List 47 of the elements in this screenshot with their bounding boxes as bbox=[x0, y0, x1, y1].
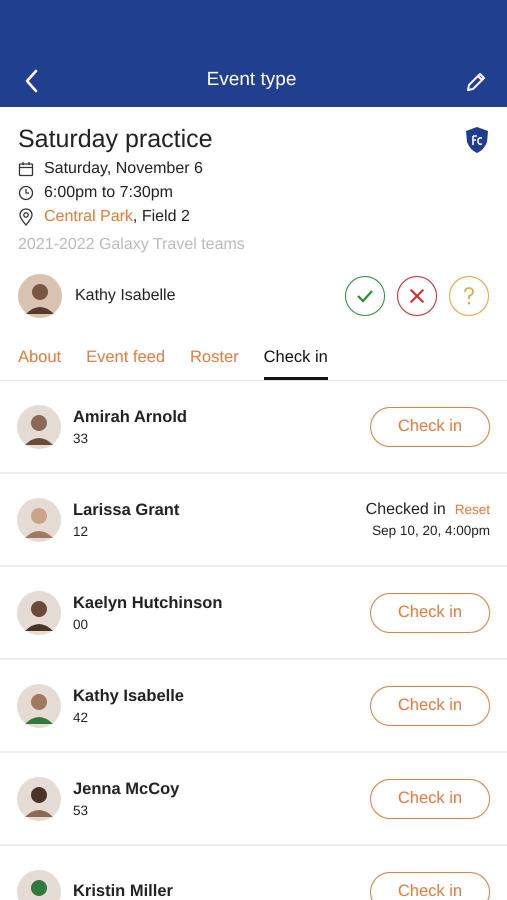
check-in-button[interactable]: Check in bbox=[370, 592, 490, 632]
attending-no-button[interactable] bbox=[397, 276, 437, 316]
jersey-number: 42 bbox=[73, 710, 90, 724]
check-in-button[interactable]: Check in bbox=[370, 406, 490, 446]
player-name: Amirah Arnold bbox=[73, 408, 188, 426]
location-pin-icon bbox=[18, 208, 34, 226]
reset-link[interactable]: Reset bbox=[454, 502, 490, 517]
screen-title: Event type bbox=[206, 69, 296, 92]
player-name: Kristin Miller bbox=[73, 882, 174, 900]
event-time: 6:00pm to 7:30pm bbox=[44, 184, 173, 202]
pencil-icon[interactable] bbox=[465, 71, 487, 93]
jersey-number: 53 bbox=[73, 802, 90, 818]
player-name: Jenna McCoy bbox=[73, 780, 180, 798]
location-link[interactable]: Central Park bbox=[44, 208, 133, 225]
avatar bbox=[17, 776, 61, 820]
event-title: Saturday practice bbox=[18, 125, 213, 154]
question-mark-icon bbox=[461, 286, 477, 306]
event-date: Saturday, November 6 bbox=[44, 160, 203, 178]
check-in-button[interactable]: Check in bbox=[370, 778, 490, 818]
avatar bbox=[18, 274, 62, 318]
jersey-number: 00 bbox=[73, 616, 90, 632]
checked-in-status: Checked in bbox=[366, 501, 446, 519]
avatar bbox=[17, 684, 61, 728]
check-in-time: Sep 10, 20, 4:00pm bbox=[372, 523, 490, 538]
shield-icon bbox=[465, 126, 489, 154]
avatar bbox=[17, 404, 61, 448]
field-text: , Field 2 bbox=[132, 208, 190, 225]
jersey-number: 33 bbox=[73, 430, 90, 446]
jersey-number: 12 bbox=[73, 524, 90, 538]
attending-yes-button[interactable] bbox=[345, 276, 385, 316]
tab[interactable]: Event feed bbox=[86, 340, 166, 380]
player-name: Kathy Isabelle bbox=[73, 686, 185, 706]
check-in-button[interactable]: Check in bbox=[370, 686, 490, 726]
check-in-button[interactable]: Check in bbox=[370, 872, 490, 900]
attendee-name: Kathy Isabelle bbox=[75, 287, 177, 305]
player-name: Larissa Grant bbox=[73, 500, 180, 520]
tab[interactable]: Check in bbox=[264, 340, 328, 380]
tab[interactable]: About bbox=[18, 340, 62, 380]
back-icon[interactable] bbox=[24, 69, 38, 93]
tab[interactable]: Roster bbox=[190, 340, 239, 380]
close-icon bbox=[408, 287, 426, 305]
player-name: Kaelyn Hutchinson bbox=[73, 594, 224, 612]
clock-icon bbox=[18, 185, 34, 201]
team-group-text: 2021-2022 Galaxy Travel teams bbox=[18, 236, 246, 254]
avatar bbox=[17, 498, 61, 542]
calendar-icon bbox=[18, 161, 34, 177]
avatar bbox=[17, 590, 61, 634]
